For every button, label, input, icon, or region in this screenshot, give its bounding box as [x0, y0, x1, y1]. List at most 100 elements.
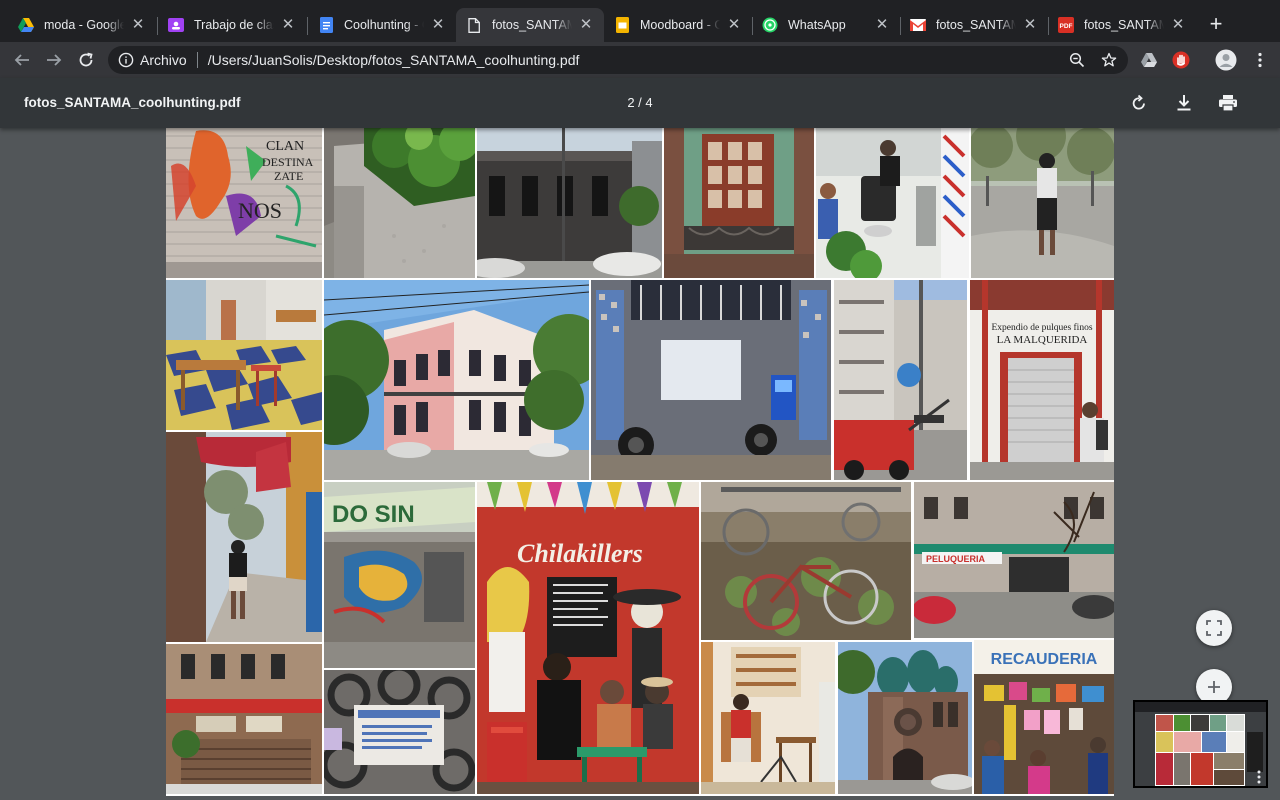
svg-text:PDF: PDF: [1060, 23, 1073, 30]
url-text[interactable]: /Users/JuanSolis/Desktop/fotos_SANTAMA_c…: [208, 52, 580, 68]
tiled-cafe-photo: [166, 280, 322, 430]
slides-icon: [614, 17, 630, 33]
new-tab-button[interactable]: +: [1204, 12, 1228, 36]
google-drive-icon: [18, 17, 34, 33]
tab-title: Moodboard - Google Slides: [640, 18, 720, 32]
rotate-button[interactable]: [1126, 90, 1152, 116]
tab-title: moda - Google Drive: [44, 18, 124, 32]
tab-fotos-pdf-2[interactable]: PDF fotos_SANTAMA ✕: [1048, 8, 1196, 42]
park-walker-photo: [971, 128, 1114, 278]
url-scheme-label: Archivo: [140, 52, 187, 68]
back-button[interactable]: [8, 46, 36, 74]
close-icon[interactable]: ✕: [1022, 17, 1038, 33]
profile-avatar[interactable]: [1212, 46, 1240, 74]
forward-button[interactable]: [40, 46, 68, 74]
tab-whatsapp[interactable]: WhatsApp ✕: [752, 8, 900, 42]
screen-thumbnail-overlay[interactable]: [1133, 700, 1268, 788]
close-icon[interactable]: ✕: [578, 17, 594, 33]
tow-truck-street-photo: [834, 280, 967, 480]
arrow-left-icon: [14, 54, 29, 66]
tab-title: fotos_SANTAMA: [1084, 18, 1164, 32]
arrow-right-icon: [47, 54, 62, 66]
ironwork-sign-photo: [324, 670, 475, 794]
pdf-viewer[interactable]: CLAN DESTINA ZATE NOS Expendio de pulque…: [0, 128, 1280, 800]
svg-text:CLAN: CLAN: [266, 139, 304, 154]
graffiti-shutter-photo: CLAN DESTINA ZATE NOS: [166, 128, 322, 278]
pdf-document-title: fotos_SANTAMA_coolhunting.pdf: [24, 95, 241, 110]
drive-extension-icon: [1141, 53, 1157, 67]
tab-trabajo-clase[interactable]: Trabajo de clase ✕: [158, 8, 306, 42]
tab-moda-drive[interactable]: moda - Google Drive ✕: [8, 8, 156, 42]
tab-title: fotos_SANTAMA_coolhunting.pdf: [492, 18, 572, 32]
avatar-icon: [1215, 49, 1237, 71]
tab-moodboard-slides[interactable]: Moodboard - Google Slides ✕: [604, 8, 752, 42]
address-bar[interactable]: Archivo /Users/JuanSolis/Desktop/fotos_S…: [108, 46, 1128, 74]
gmail-icon: [910, 17, 926, 33]
browser-menu-button[interactable]: [1246, 46, 1274, 74]
tab-fotos-gmail[interactable]: fotos_SANTAMA ✕: [900, 8, 1048, 42]
barbershop-photo: [816, 128, 969, 278]
tab-strip: moda - Google Drive ✕ Trabajo de clase ✕…: [0, 0, 1280, 42]
red-hand-icon: [1172, 51, 1190, 69]
tab-title: Trabajo de clase: [194, 18, 274, 32]
plus-icon: [1208, 681, 1220, 693]
church-photo: [838, 642, 972, 794]
reload-icon: [79, 52, 93, 67]
svg-text:RECAUDERIA: RECAUDERIA: [991, 651, 1098, 668]
hand-extension-button[interactable]: [1167, 46, 1195, 74]
close-icon[interactable]: ✕: [280, 17, 296, 33]
close-icon[interactable]: ✕: [726, 17, 742, 33]
svg-text:Chilakillers: Chilakillers: [517, 539, 643, 568]
reload-button[interactable]: [72, 46, 100, 74]
tab-title: fotos_SANTAMA: [936, 18, 1016, 32]
classroom-icon: [168, 17, 184, 33]
svg-text:LA MALQUERIDA: LA MALQUERIDA: [997, 334, 1088, 346]
street-house-photo: [477, 128, 662, 278]
corner-building-photo: [324, 280, 589, 480]
print-icon: [1219, 95, 1237, 112]
sidewalk-awning-photo: [166, 432, 322, 642]
pdf-page: CLAN DESTINA ZATE NOS Expendio de pulque…: [166, 128, 1114, 796]
file-icon: [466, 17, 482, 33]
pulqueria-photo: Expendio de pulques finos LA MALQUERIDA: [970, 280, 1114, 480]
url-divider: [196, 52, 198, 68]
mosaic-shopfront-photo: [591, 280, 831, 480]
info-icon[interactable]: [118, 52, 134, 68]
download-button[interactable]: [1171, 90, 1197, 116]
svg-text:NOS: NOS: [238, 198, 282, 223]
more-vertical-icon: [1258, 52, 1262, 68]
chilakillers-mural-photo: Chilakillers: [477, 482, 699, 794]
svg-text:DO SIN: DO SIN: [332, 501, 415, 528]
browser-toolbar: Archivo /Users/JuanSolis/Desktop/fotos_S…: [0, 42, 1280, 78]
recauderia-photo: RECAUDERIA: [974, 640, 1114, 794]
bicycle-garden-photo: [701, 482, 911, 640]
red-shop-building-photo: [166, 644, 322, 794]
svg-text:ZATE: ZATE: [274, 169, 303, 183]
tab-title: Coolhunting - Google Docs: [344, 18, 424, 32]
bookmark-star-icon[interactable]: [1095, 46, 1123, 74]
painted-shutter-photo: DO SIN: [324, 482, 475, 668]
tab-fotos-pdf-active[interactable]: fotos_SANTAMA_coolhunting.pdf ✕: [456, 8, 604, 42]
close-icon[interactable]: ✕: [1170, 17, 1186, 33]
download-icon: [1177, 95, 1191, 111]
green-window-photo: [664, 128, 814, 278]
rotate-icon: [1132, 94, 1145, 110]
print-button[interactable]: [1215, 90, 1241, 116]
fit-page-icon: [1206, 620, 1222, 636]
drive-extension-button[interactable]: [1135, 46, 1163, 74]
close-icon[interactable]: ✕: [874, 17, 890, 33]
svg-text:DESTINA: DESTINA: [262, 155, 314, 169]
cafe-interior-photo: [701, 642, 835, 794]
tab-coolhunting-docs[interactable]: Coolhunting - Google Docs ✕: [308, 8, 456, 42]
close-icon[interactable]: ✕: [130, 17, 146, 33]
whatsapp-icon: [762, 17, 778, 33]
pdf-toolbar: fotos_SANTAMA_coolhunting.pdf 2 / 4: [0, 78, 1280, 128]
fit-to-page-button[interactable]: [1196, 610, 1232, 646]
zoom-icon[interactable]: [1063, 46, 1091, 74]
docs-icon: [318, 17, 334, 33]
tab-title: WhatsApp: [788, 18, 846, 32]
close-icon[interactable]: ✕: [430, 17, 446, 33]
planter-photo: [324, 128, 475, 278]
peluqueria-street-photo: PELUQUERIA: [914, 482, 1114, 638]
svg-text:Expendio de pulques finos: Expendio de pulques finos: [991, 322, 1092, 333]
